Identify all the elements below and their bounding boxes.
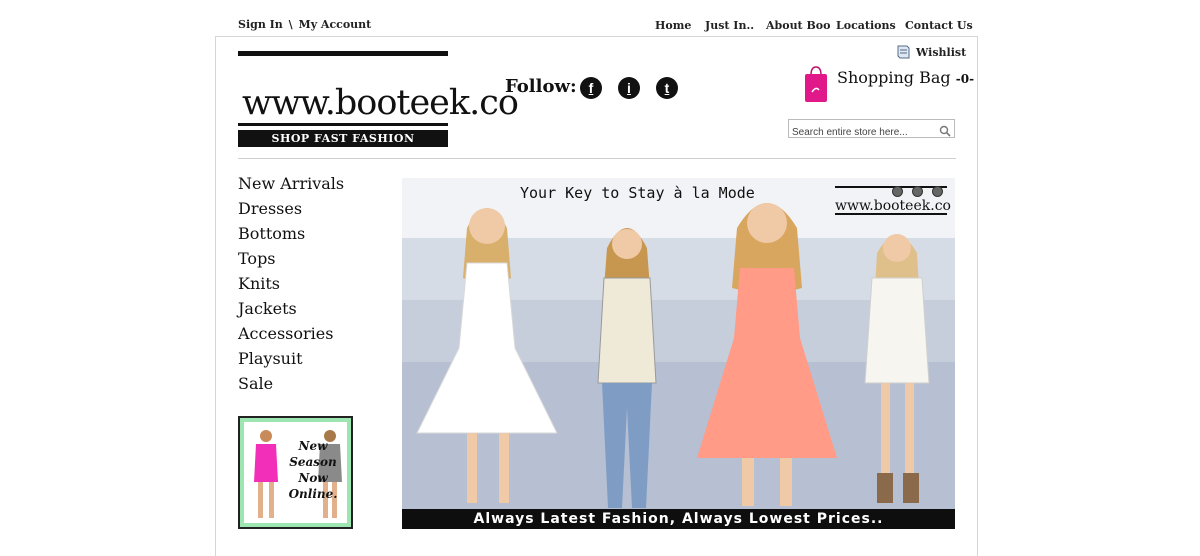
topnav-locations[interactable]: Locations (836, 19, 896, 32)
shopping-bag-link[interactable]: Shopping Bag -0- (803, 66, 974, 103)
promo-text: New Season Now Online. (288, 439, 338, 501)
facebook-icon[interactable]: f (580, 77, 602, 99)
topnav-just-in[interactable]: Just In.. (705, 19, 754, 32)
my-account-link[interactable]: My Account (299, 18, 372, 31)
search-input[interactable] (792, 125, 932, 140)
logo-top-bar (238, 51, 448, 56)
sidebar-item-bottoms[interactable]: Bottoms (238, 221, 344, 246)
sidebar-item-dresses[interactable]: Dresses (238, 196, 344, 221)
logo-tagline-bar: SHOP FAST FASHION (238, 130, 448, 147)
wishlist-label: Wishlist (916, 45, 967, 59)
model-jeans (597, 228, 657, 508)
sign-in-link[interactable]: Sign In (238, 18, 283, 31)
model-lace-dress (864, 234, 930, 503)
logo-tagline: SHOP FAST FASHION (271, 132, 415, 145)
banner-logo: www.booteek.co (835, 186, 951, 215)
header-divider (238, 158, 956, 159)
banner-logo-text: www.booteek.co (835, 198, 951, 214)
topnav-home[interactable]: Home (655, 19, 691, 32)
logo-text: www.booteek.co (242, 83, 519, 123)
hero-banner[interactable]: Your Key to Stay à la Mode www.booteek.c… (402, 178, 955, 529)
slider-dot-1[interactable] (892, 186, 903, 197)
search-box (788, 119, 955, 141)
wishlist-link[interactable]: Wishlist (895, 44, 966, 60)
shopping-bag-label: Shopping Bag (837, 68, 951, 87)
sidebar-item-accessories[interactable]: Accessories (238, 321, 344, 346)
slider-dot-3[interactable] (932, 186, 943, 197)
logo-mid-bar (238, 123, 448, 126)
banner-footer: Always Latest Fashion, Always Lowest Pri… (402, 509, 955, 529)
search-icon[interactable] (939, 122, 951, 141)
topnav-contact[interactable]: Contact Us (905, 19, 973, 32)
new-season-promo[interactable]: New Season Now Online. (238, 416, 353, 529)
shopping-bag-icon (803, 66, 829, 103)
model-white-dress (416, 208, 558, 503)
promo-image: New Season Now Online. (244, 422, 347, 523)
sidebar-nav: New Arrivals Dresses Bottoms Tops Knits … (238, 171, 344, 396)
account-separator: \ (288, 18, 293, 31)
slider-dot-2[interactable] (912, 186, 923, 197)
twitter-icon[interactable]: t (656, 77, 678, 99)
sidebar-item-knits[interactable]: Knits (238, 271, 344, 296)
site-logo[interactable]: www.booteek.co SHOP FAST FASHION (238, 51, 519, 147)
sidebar-item-tops[interactable]: Tops (238, 246, 344, 271)
sidebar-item-jackets[interactable]: Jackets (238, 296, 344, 321)
sidebar-item-sale[interactable]: Sale (238, 371, 344, 396)
shopping-bag-count: -0- (955, 72, 975, 86)
info-icon[interactable]: i (618, 77, 640, 99)
banner-tagline: Your Key to Stay à la Mode (520, 184, 755, 202)
account-links: Sign In \ My Account (238, 18, 371, 31)
follow-label: Follow: (505, 76, 577, 97)
model-figure-pink (254, 430, 278, 518)
sidebar-item-new-arrivals[interactable]: New Arrivals (238, 171, 344, 196)
sidebar-item-playsuit[interactable]: Playsuit (238, 346, 344, 371)
model-coral-dress (697, 203, 837, 506)
topnav-about[interactable]: About Boo (766, 19, 830, 32)
wishlist-icon (895, 44, 911, 60)
